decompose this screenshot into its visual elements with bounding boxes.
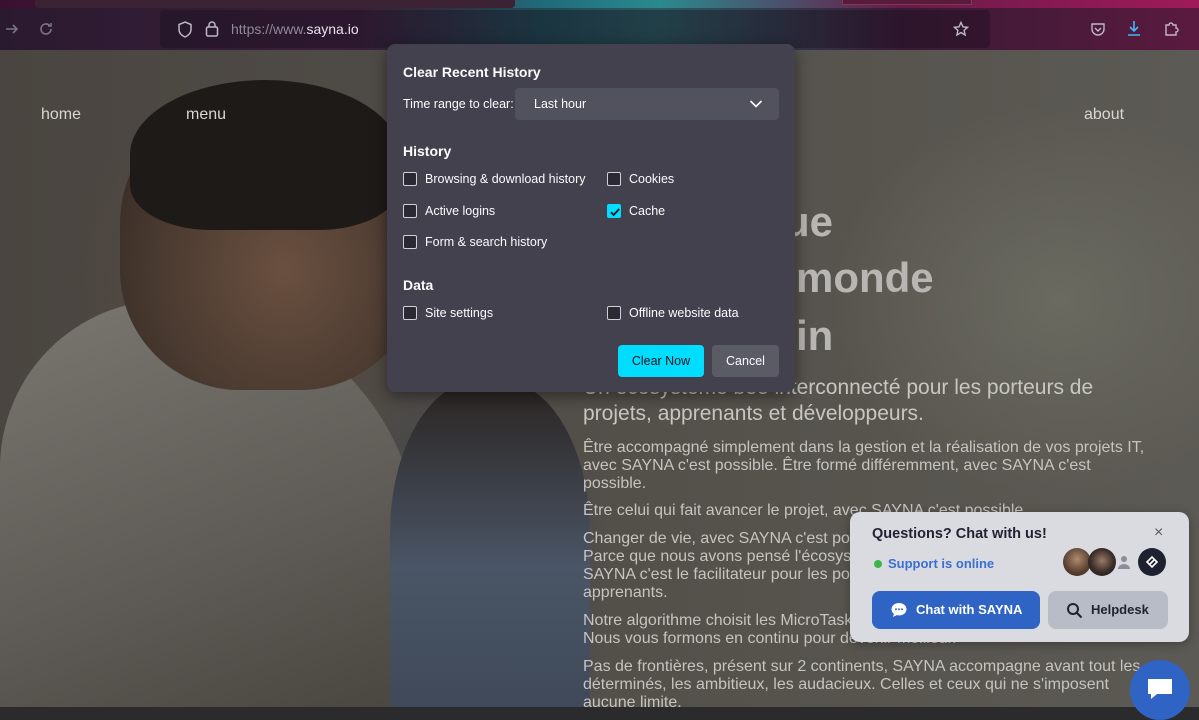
helpdesk-button[interactable]: Helpdesk xyxy=(1048,591,1168,629)
tab-strip xyxy=(0,0,1199,8)
site-settings-checkbox[interactable] xyxy=(403,306,417,320)
hero-title-line-2: monde xyxy=(796,254,934,301)
cache-checkbox[interactable] xyxy=(607,204,621,218)
active-logins-label[interactable]: Active logins xyxy=(425,204,495,218)
clear-now-button[interactable]: Clear Now xyxy=(618,345,704,377)
photo-second-person xyxy=(390,380,590,707)
time-range-select[interactable]: Last hour xyxy=(515,88,779,120)
chat-widget: Questions? Chat with us! × Support is on… xyxy=(850,512,1189,642)
pocket-icon[interactable] xyxy=(1090,21,1106,41)
chat-with-sayna-button[interactable]: Chat with SAYNA xyxy=(872,591,1040,629)
clear-history-dialog: Clear Recent History Time range to clear… xyxy=(387,44,795,392)
hero-subtitle-part: interconnecté pour les porteurs de xyxy=(774,376,1094,399)
lock-icon[interactable] xyxy=(205,20,219,41)
nav-home-link[interactable]: home xyxy=(41,106,81,124)
checkmark-icon xyxy=(610,208,620,217)
chat-launcher-button[interactable] xyxy=(1130,660,1190,720)
hero-subtitle-part: projets, apprenants et développeurs. xyxy=(583,402,924,425)
form-search-history-label[interactable]: Form & search history xyxy=(425,235,547,249)
browsing-history-label[interactable]: Browsing & download history xyxy=(425,172,586,186)
site-settings-label[interactable]: Site settings xyxy=(425,306,493,320)
forward-icon[interactable] xyxy=(4,21,20,41)
online-status-dot xyxy=(874,560,882,568)
chat-button-label: Chat with SAYNA xyxy=(916,602,1023,617)
offline-data-checkbox[interactable] xyxy=(607,306,621,320)
tab[interactable] xyxy=(842,0,972,5)
dialog-title: Clear Recent History xyxy=(403,64,541,80)
cache-label[interactable]: Cache xyxy=(629,204,665,218)
chat-bubble-icon xyxy=(1148,679,1172,699)
browsing-history-checkbox[interactable] xyxy=(403,172,417,186)
helpdesk-button-label: Helpdesk xyxy=(1091,602,1149,617)
close-icon[interactable]: × xyxy=(1154,524,1163,542)
tracking-protection-icon[interactable] xyxy=(177,21,193,42)
agent-avatar xyxy=(1063,548,1091,576)
cookies-label[interactable]: Cookies xyxy=(629,172,674,186)
active-logins-checkbox[interactable] xyxy=(403,204,417,218)
sayna-logo-icon xyxy=(1138,548,1166,576)
extensions-icon[interactable] xyxy=(1163,20,1180,41)
cookies-checkbox[interactable] xyxy=(607,172,621,186)
paragraph: Pas de frontières, présent sur 2 contine… xyxy=(583,658,1141,707)
active-tab[interactable] xyxy=(35,0,515,8)
cancel-button[interactable]: Cancel xyxy=(712,345,779,377)
offline-data-label[interactable]: Offline website data xyxy=(629,306,739,320)
support-status: Support is online xyxy=(888,556,995,571)
time-range-value: Last hour xyxy=(534,97,587,111)
agent-avatar xyxy=(1088,548,1116,576)
search-icon xyxy=(1067,603,1083,619)
chat-title: Questions? Chat with us! xyxy=(872,526,1047,542)
nav-about-link[interactable]: about xyxy=(1084,106,1124,124)
photo-person-hair xyxy=(130,80,400,230)
paragraph: Être accompagné simplement dans la gesti… xyxy=(583,439,1145,492)
url-text[interactable]: https://www.sayna.io xyxy=(231,21,359,37)
hero-title-line-3: in xyxy=(796,312,834,359)
nav-menu-link[interactable]: menu xyxy=(186,106,226,124)
form-search-history-checkbox[interactable] xyxy=(403,235,417,249)
user-icon xyxy=(1116,554,1132,570)
history-heading: History xyxy=(403,143,452,159)
downloads-icon[interactable] xyxy=(1126,20,1142,41)
time-range-label: Time range to clear: xyxy=(403,97,514,111)
chat-bubble-icon xyxy=(891,603,907,617)
data-heading: Data xyxy=(403,277,434,293)
chevron-down-icon xyxy=(749,97,763,116)
bookmark-star-icon[interactable] xyxy=(952,20,970,41)
reload-icon[interactable] xyxy=(38,21,54,41)
